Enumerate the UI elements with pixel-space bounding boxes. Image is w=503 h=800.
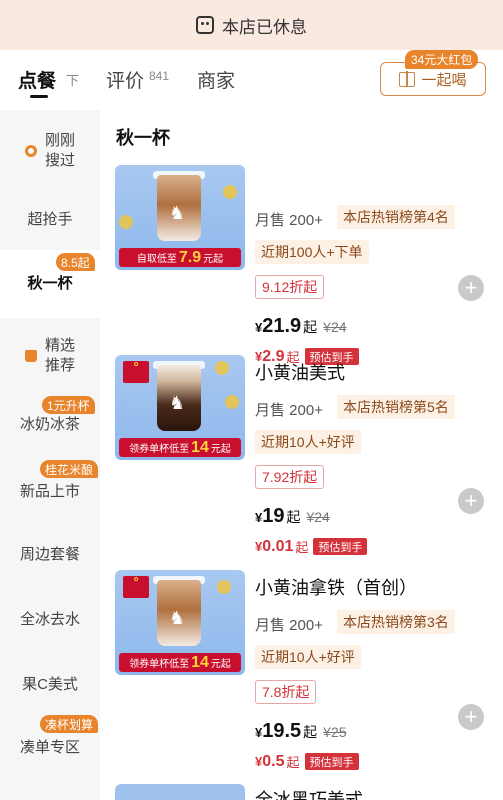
sidebar-item-fruit-americano[interactable]: 果C美式	[0, 665, 100, 705]
discount-tag: 7.92折起	[255, 465, 325, 489]
sidebar-badge-new: 桂花米酿	[40, 460, 99, 478]
estimated-price: ¥0.01 起预估到手	[255, 537, 368, 556]
product-name[interactable]: 全冰黑巧美式	[255, 786, 363, 800]
sidebar-item-label: 刚刚 搜过	[44, 131, 75, 169]
product-card[interactable]: ✿ ♞ 领券单杯低至 14 元起 小黄油拿铁（首创） 月售 200+ 本店热销榜第3…	[100, 570, 503, 785]
thumbs-up-icon	[24, 350, 37, 362]
price: ¥19.5 起 ¥25	[255, 720, 347, 742]
monthly-sales: 月售 200+	[255, 402, 323, 419]
product-name[interactable]: 小黄油美式	[255, 359, 345, 385]
recent-dot-icon	[24, 145, 37, 157]
recent-reviews-tag: 近期10人+好评	[255, 430, 361, 454]
sidebar-item-label: 新品上市	[19, 482, 80, 500]
price: ¥19 起 ¥24	[255, 505, 330, 527]
discount-tag: 7.8折起	[255, 680, 317, 704]
sidebar-item-label: 冰奶冰茶	[19, 415, 80, 433]
deer-logo-icon: ♞	[169, 203, 186, 223]
image-promo-ribbon: 领券单杯低至 14 元起	[119, 653, 241, 672]
monthly-sales: 月售 200+	[255, 617, 323, 634]
image-promo-ribbon: 自取低至 7.9 元起	[119, 248, 241, 267]
drink-together-label: 一起喝	[421, 71, 467, 89]
category-sidebar: 刚刚 搜过 超抢手 秋一杯 精选 推荐 冰奶冰茶 新品上市 周边套餐 全冰去水 …	[0, 110, 100, 800]
deer-logo-icon: ♞	[169, 608, 186, 628]
deer-logo-icon: ♞	[169, 393, 186, 413]
estimate-badge: 预估到手	[304, 753, 359, 770]
sidebar-item-label: 周边套餐	[19, 545, 80, 563]
red-packet-badge: 34元大红包	[405, 50, 479, 69]
rank-tag: 本店热销榜第5名	[337, 395, 455, 419]
product-image[interactable]: ✿ ♞ 领券单杯低至 14 元起	[115, 570, 245, 675]
add-to-cart-button[interactable]: +	[458, 704, 484, 730]
add-to-cart-button[interactable]: +	[458, 488, 484, 514]
product-name[interactable]: 小黄油拿铁（首创）	[255, 574, 417, 600]
sidebar-item-full-ice[interactable]: 全冰去水	[0, 600, 100, 640]
monthly-sales: 月售 200+	[255, 212, 323, 229]
promo-corner-tag: ✿	[123, 576, 149, 598]
sidebar-item-new[interactable]: 新品上市	[0, 472, 100, 512]
product-image[interactable]: ✿ ♞ 领券单杯低至 14 元起	[115, 355, 245, 460]
sidebar-item-featured[interactable]: 精选 推荐	[0, 328, 100, 384]
rank-tag: 本店热销榜第3名	[337, 610, 455, 634]
sidebar-badge-iced: 1元升杯	[42, 396, 95, 414]
sidebar-badge-autumn: 8.5起	[56, 253, 95, 271]
sidebar-item-recent[interactable]: 刚刚 搜过	[0, 120, 100, 182]
sidebar-item-label: 果C美式	[22, 675, 78, 693]
estimated-price: ¥0.5 起预估到手	[255, 752, 359, 771]
review-count: 841	[149, 69, 170, 83]
sidebar-item-label: 凑单专区	[19, 738, 80, 756]
gift-icon	[399, 70, 416, 87]
product-card[interactable]: ✿ ♞ 领券单杯低至 14 元起 小黄油美式 月售 200+ 本店热销榜第5名 近期…	[100, 355, 503, 570]
sidebar-item-label: 秋一杯	[27, 274, 73, 292]
original-price: ¥25	[323, 724, 347, 740]
product-card[interactable]: ♞ 自取低至 7.9 元起 月售 200+ 本店热销榜第4名 近期100人+下单 9…	[100, 165, 503, 380]
price: ¥21.9 起 ¥24	[255, 315, 347, 337]
tab-reviews[interactable]: 评价	[106, 66, 144, 93]
original-price: ¥24	[323, 319, 347, 335]
tab-order[interactable]: 点餐	[18, 66, 56, 93]
sidebar-badge-add-on: 凑杯划算	[40, 715, 99, 733]
sidebar-item-label: 精选 推荐	[44, 336, 75, 374]
store-icon	[196, 16, 214, 34]
add-to-cart-button[interactable]: +	[458, 275, 484, 301]
section-title: 秋一杯	[116, 128, 170, 148]
product-image[interactable]	[115, 784, 245, 800]
discount-tag: 9.12折起	[255, 275, 325, 299]
tab-merchant[interactable]: 商家	[197, 66, 235, 93]
original-price: ¥24	[306, 509, 330, 525]
recent-reviews-tag: 近期10人+好评	[255, 645, 361, 669]
sidebar-item-label: 超抢手	[27, 210, 73, 228]
estimate-badge: 预估到手	[313, 538, 368, 555]
promo-corner-tag: ✿	[123, 361, 149, 383]
sidebar-item-combos[interactable]: 周边套餐	[0, 535, 100, 575]
store-closed-text: 本店已休息	[222, 17, 307, 37]
active-tab-indicator	[30, 95, 48, 98]
recent-orders-tag: 近期100人+下单	[255, 240, 369, 264]
rank-tag: 本店热销榜第4名	[337, 205, 455, 229]
sidebar-item-hot[interactable]: 超抢手	[0, 195, 100, 245]
image-promo-ribbon: 领券单杯低至 14 元起	[119, 438, 241, 457]
store-closed-banner: 本店已休息	[0, 0, 503, 50]
sidebar-item-label: 全冰去水	[19, 610, 80, 628]
sort-down-icon[interactable]: 下	[66, 70, 79, 89]
product-image[interactable]: ♞ 自取低至 7.9 元起	[115, 165, 245, 270]
sidebar-item-add-on[interactable]: 凑单专区	[0, 728, 100, 768]
